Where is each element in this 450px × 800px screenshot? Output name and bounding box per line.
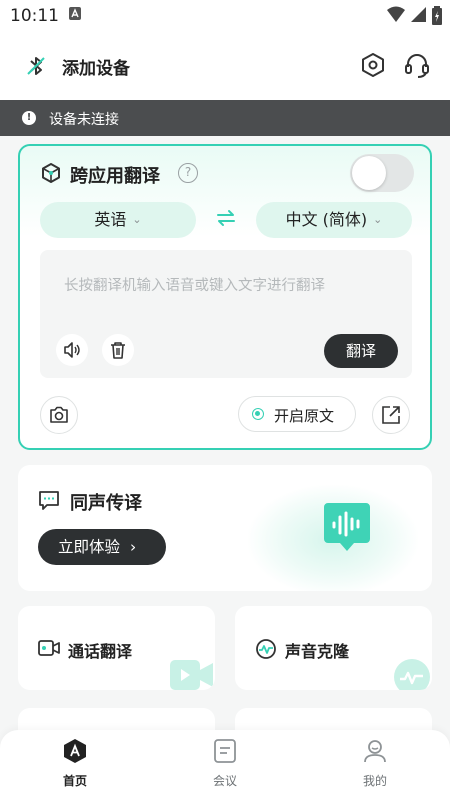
translate-button[interactable]: 翻译 (324, 334, 398, 368)
voice-wave-decoration-icon (393, 658, 431, 690)
source-language-select[interactable]: 英语 ⌄ (40, 202, 196, 238)
nav-mine-label: 我的 (362, 774, 387, 788)
status-bar: 10:11 (0, 0, 450, 32)
camera-icon[interactable] (40, 396, 78, 434)
cross-app-translation-card: 跨应用翻译 ? 英语 ⌄ 中文 (简体) ⌄ 长按翻译机输入语音或键入文字进行翻译 … (18, 144, 432, 450)
swap-languages-icon[interactable] (216, 208, 236, 232)
external-link-icon[interactable] (372, 396, 410, 434)
user-icon (364, 740, 386, 763)
cube-icon (40, 162, 62, 188)
try-now-button[interactable]: 立即体验 › (38, 529, 166, 565)
settings-hexagon-icon[interactable] (358, 50, 388, 80)
speaker-icon[interactable] (56, 334, 88, 366)
voice-clone-card[interactable]: 声音克隆 (235, 606, 432, 690)
bluetooth-off-icon[interactable] (24, 54, 48, 82)
status-time: 10:11 (10, 6, 59, 26)
alert-icon: ! (22, 111, 36, 125)
translation-card-title: 跨应用翻译 (70, 166, 160, 187)
nav-meeting[interactable]: 会议 (175, 738, 275, 789)
document-icon (214, 739, 236, 763)
show-original-label: 开启原文 (274, 407, 335, 425)
video-camera-decoration-icon (170, 658, 214, 690)
notification-icon (68, 6, 82, 26)
chevron-down-icon: ⌄ (373, 213, 383, 226)
connection-status-text: 设备未连接 (49, 112, 119, 128)
wifi-icon (386, 6, 406, 28)
trash-icon[interactable] (102, 334, 134, 366)
chevron-right-icon: › (130, 538, 137, 556)
audio-wave-bubble-icon (322, 501, 372, 559)
bottom-navigation: 首页 会议 我的 (0, 730, 450, 800)
simultaneous-interpretation-card[interactable]: 同声传译 立即体验 › (18, 465, 432, 591)
translation-input[interactable]: 长按翻译机输入语音或键入文字进行翻译 翻译 (40, 250, 412, 378)
nav-home-label: 首页 (62, 774, 87, 788)
target-language-label: 中文 (简体) (285, 210, 368, 229)
top-bar: 添加设备 (0, 32, 450, 100)
video-call-icon (38, 639, 60, 661)
add-device-title[interactable]: 添加设备 (62, 54, 130, 79)
radio-icon (252, 408, 264, 420)
battery-icon (432, 6, 442, 30)
target-language-select[interactable]: 中文 (简体) ⌄ (256, 202, 412, 238)
source-language-label: 英语 (94, 210, 127, 229)
connection-banner[interactable]: ! 设备未连接 (0, 100, 450, 136)
call-translation-label: 通话翻译 (68, 642, 133, 661)
nav-mine[interactable]: 我的 (325, 738, 425, 789)
call-translation-card[interactable]: 通话翻译 (18, 606, 215, 690)
input-placeholder: 长按翻译机输入语音或键入文字进行翻译 (64, 278, 325, 294)
toggle-knob (352, 156, 386, 190)
try-now-label: 立即体验 (58, 538, 121, 556)
chat-bubble-icon (38, 489, 60, 515)
voice-wave-icon (255, 638, 277, 664)
voice-clone-label: 声音克隆 (285, 642, 350, 661)
home-icon (64, 739, 86, 763)
translation-toggle[interactable] (350, 154, 414, 192)
chevron-down-icon: ⌄ (132, 213, 142, 226)
nav-meeting-label: 会议 (212, 774, 237, 788)
show-original-button[interactable]: 开启原文 (238, 396, 356, 432)
signal-icon (410, 6, 428, 28)
headset-icon[interactable] (402, 50, 432, 80)
help-icon[interactable]: ? (178, 163, 198, 183)
simultaneous-title: 同声传译 (70, 493, 142, 514)
nav-home[interactable]: 首页 (25, 738, 125, 789)
